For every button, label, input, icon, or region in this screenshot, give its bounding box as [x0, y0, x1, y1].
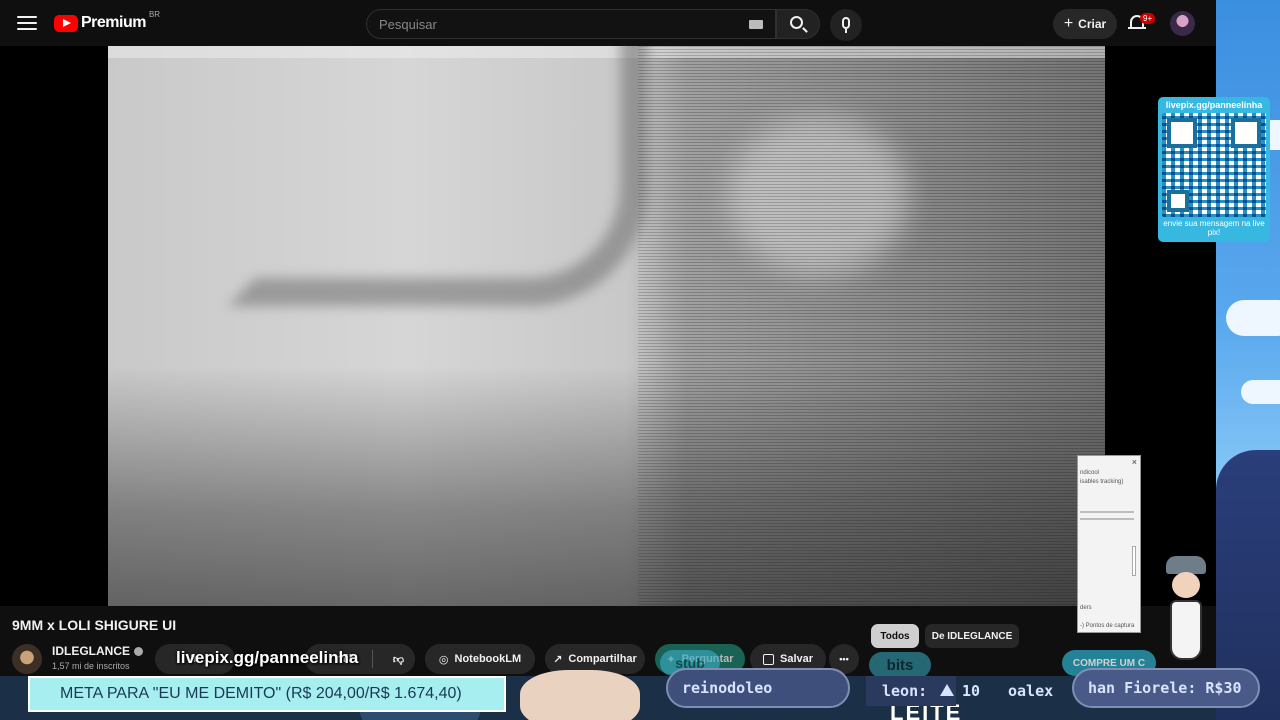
notebooklm-button[interactable]: ◎ NotebookLM: [425, 644, 535, 674]
search-button[interactable]: [776, 9, 820, 39]
donation-goal-bar: META PARA "EU ME DEMITO" (R$ 204,00/R$ 1…: [28, 676, 506, 712]
donor-leon-value: 10: [962, 682, 981, 700]
bookmark-icon: [762, 653, 774, 665]
search-icon: [790, 16, 803, 29]
subscriber-count: 1,57 mi de inscritos: [52, 661, 130, 671]
donor-name-leon: leon:: [882, 682, 928, 700]
youtube-premium-logo[interactable]: Premium BR: [54, 10, 160, 32]
voice-search-button[interactable]: [830, 9, 862, 41]
video-player[interactable]: [108, 46, 1105, 606]
save-label: Salvar: [779, 653, 814, 665]
microphone-icon: [842, 17, 850, 29]
livepix-qr-widget: livepix.gg/panneelinha envie sua mensage…: [1158, 97, 1270, 242]
donor-pill-fiorele: han Fiorele: R$30: [1072, 668, 1260, 708]
video-title: 9MM x LOLI SHIGURE UI: [12, 617, 177, 633]
search-placeholder: Pesquisar: [379, 17, 437, 32]
logo-country: BR: [148, 10, 161, 19]
donor-name-reino: reinodoleo: [682, 679, 773, 697]
channel-name-text: IDLEGLANCE: [52, 644, 130, 658]
donation-goal-text: META PARA "EU ME DEMITO" (R$ 204,00/R$ 1…: [60, 685, 462, 702]
create-button[interactable]: + Criar: [1053, 9, 1117, 39]
share-label: Compartilhar: [568, 653, 637, 665]
donor-pill-reino: reinodoleo: [666, 668, 850, 708]
capture-settings-dialog: × ndicool isables tracking) ders -) Pont…: [1077, 455, 1141, 633]
donor-fiorele-text: han Fiorele: R$30: [1088, 679, 1242, 697]
dialog-text-2: isables tracking): [1080, 479, 1124, 485]
dislike-icon[interactable]: 👎︎: [393, 653, 404, 666]
share-icon: ↗: [553, 653, 563, 666]
close-icon[interactable]: ×: [1132, 457, 1137, 467]
more-icon: •••: [839, 654, 849, 664]
qr-code-image: [1162, 113, 1266, 217]
create-label: Criar: [1078, 17, 1107, 31]
dialog-text-3: ders: [1080, 605, 1092, 611]
qr-url: livepix.gg/panneelinha: [1165, 100, 1263, 110]
dialog-scrollbar[interactable]: [1132, 546, 1136, 576]
notifications-badge: 9+: [1140, 13, 1156, 24]
notebooklm-icon: ◎: [438, 653, 449, 666]
notebooklm-label: NotebookLM: [454, 653, 522, 665]
logo-text: Premium: [81, 14, 146, 31]
top-bar: Premium BR Pesquisar + Criar 9+: [0, 0, 1216, 46]
qr-message: envie sua mensagem na live pix!: [1163, 219, 1265, 237]
dialog-text-1: ndicool: [1080, 470, 1100, 476]
bits-icon: [940, 684, 954, 696]
search-input[interactable]: Pesquisar: [366, 9, 776, 39]
donor-name-oalex: oalex: [1008, 682, 1054, 700]
menu-icon[interactable]: [14, 12, 40, 34]
keyboard-icon[interactable]: [749, 20, 763, 29]
youtube-play-icon: [54, 14, 78, 32]
channel-name[interactable]: IDLEGLANCE: [52, 644, 143, 658]
chip-from-channel[interactable]: De IDLEGLANCE: [925, 624, 1019, 648]
dialog-text-4: -) Pontos de captura: [1080, 623, 1135, 629]
account-avatar[interactable]: [1170, 11, 1195, 36]
chip-all[interactable]: Todos: [871, 624, 919, 648]
verified-icon: [134, 646, 143, 656]
overlay-bits-chip: bits: [869, 652, 931, 678]
stream-url-text: livepix.gg/panneelinha: [176, 648, 359, 667]
channel-avatar[interactable]: [12, 644, 42, 674]
plus-icon: +: [1063, 15, 1074, 32]
vtuber-mascot: [1160, 556, 1216, 666]
